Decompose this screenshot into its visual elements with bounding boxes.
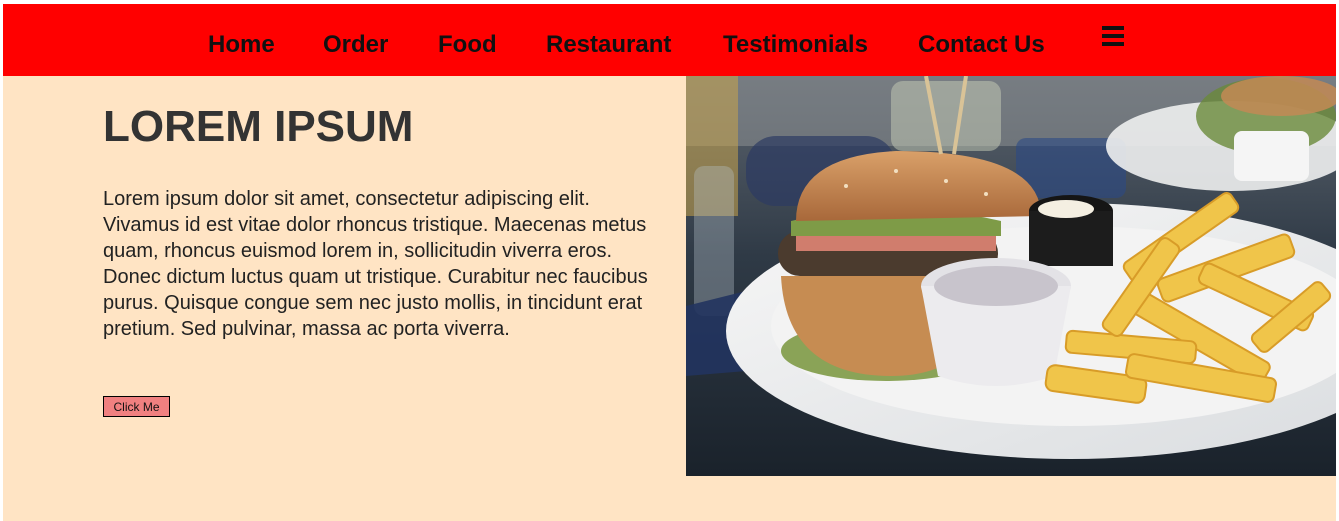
- hero-title: LOREM IPSUM: [103, 102, 414, 151]
- nav-link-home[interactable]: Home: [208, 4, 275, 76]
- page: Home Order Food Restaurant Testimonials …: [3, 4, 1336, 521]
- nav-link-restaurant[interactable]: Restaurant: [546, 4, 671, 76]
- click-me-button[interactable]: Click Me: [103, 396, 170, 417]
- nav-link-contact-us[interactable]: Contact Us: [918, 4, 1045, 76]
- top-navbar: Home Order Food Restaurant Testimonials …: [3, 4, 1336, 76]
- hamburger-menu-icon[interactable]: [1102, 26, 1126, 50]
- burger-and-fries-photo: [686, 76, 1336, 476]
- nav-link-testimonials[interactable]: Testimonials: [723, 4, 868, 76]
- nav-link-order[interactable]: Order: [323, 4, 388, 76]
- nav-link-food[interactable]: Food: [438, 4, 497, 76]
- hero-description: Lorem ipsum dolor sit amet, consectetur …: [103, 188, 648, 340]
